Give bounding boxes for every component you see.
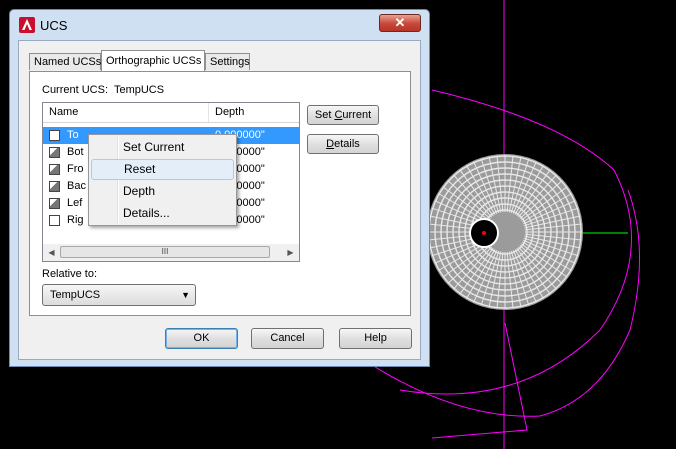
current-ucs-label: Current UCS: TempUCS [42, 84, 164, 96]
row-name: Rig [67, 214, 84, 226]
autocad-a-icon [19, 17, 35, 33]
set-current-button[interactable]: Set Current [307, 105, 379, 125]
row-name: Bac [67, 180, 86, 192]
menu-item-depth[interactable]: Depth [91, 181, 234, 202]
window-title: UCS [40, 18, 68, 33]
chevron-down-icon: ▼ [181, 290, 190, 300]
close-icon: ✕ [394, 15, 406, 30]
tab-named-ucss[interactable]: Named UCSs [29, 53, 101, 70]
bottom-view-icon [49, 147, 60, 158]
column-header-name[interactable]: Name [43, 103, 209, 122]
current-ucs-caption: Current UCS: [42, 84, 109, 96]
row-name: Fro [67, 163, 84, 175]
back-view-icon [49, 181, 60, 192]
column-header-depth[interactable]: Depth [209, 103, 299, 122]
menu-item-set-current[interactable]: Set Current [91, 137, 234, 158]
scroll-right-icon[interactable]: ▶ [282, 244, 299, 261]
relative-to-label: Relative to: [42, 268, 98, 280]
title-bar[interactable]: UCS ✕ [10, 10, 429, 40]
help-button[interactable]: Help [339, 328, 412, 349]
list-header: Name Depth [43, 103, 299, 123]
set-current-label-a: Set [314, 109, 335, 121]
row-name: Lef [67, 197, 83, 209]
set-current-label-b: urrent [342, 109, 372, 121]
top-view-icon [49, 130, 60, 141]
details-label-b: etails [334, 138, 360, 150]
front-view-icon [49, 164, 60, 175]
tab-orthographic-ucss[interactable]: Orthographic UCSs [101, 50, 205, 71]
left-view-icon [49, 198, 60, 209]
current-ucs-value: TempUCS [113, 84, 165, 96]
horizontal-scrollbar[interactable]: ◀ III ▶ [43, 244, 299, 261]
scroll-left-icon[interactable]: ◀ [43, 244, 60, 261]
relative-to-select[interactable]: TempUCS ▼ [42, 284, 196, 306]
scroll-thumb[interactable]: III [60, 246, 270, 258]
menu-item-reset[interactable]: Reset [91, 159, 234, 180]
cancel-button[interactable]: Cancel [251, 328, 324, 349]
polar-grid-model [427, 154, 583, 310]
context-menu: Set Current Reset Depth Details... [88, 134, 237, 226]
details-button[interactable]: Details [307, 134, 379, 154]
tab-settings[interactable]: Settings [205, 53, 250, 70]
right-view-icon [49, 215, 60, 226]
close-button[interactable]: ✕ [379, 14, 421, 32]
row-name: To [67, 129, 79, 141]
ok-button[interactable]: OK [165, 328, 238, 349]
row-name: Bot [67, 146, 84, 158]
details-mnemonic: D [326, 138, 335, 150]
menu-item-details[interactable]: Details... [91, 203, 234, 224]
relative-to-value: TempUCS [50, 289, 101, 301]
